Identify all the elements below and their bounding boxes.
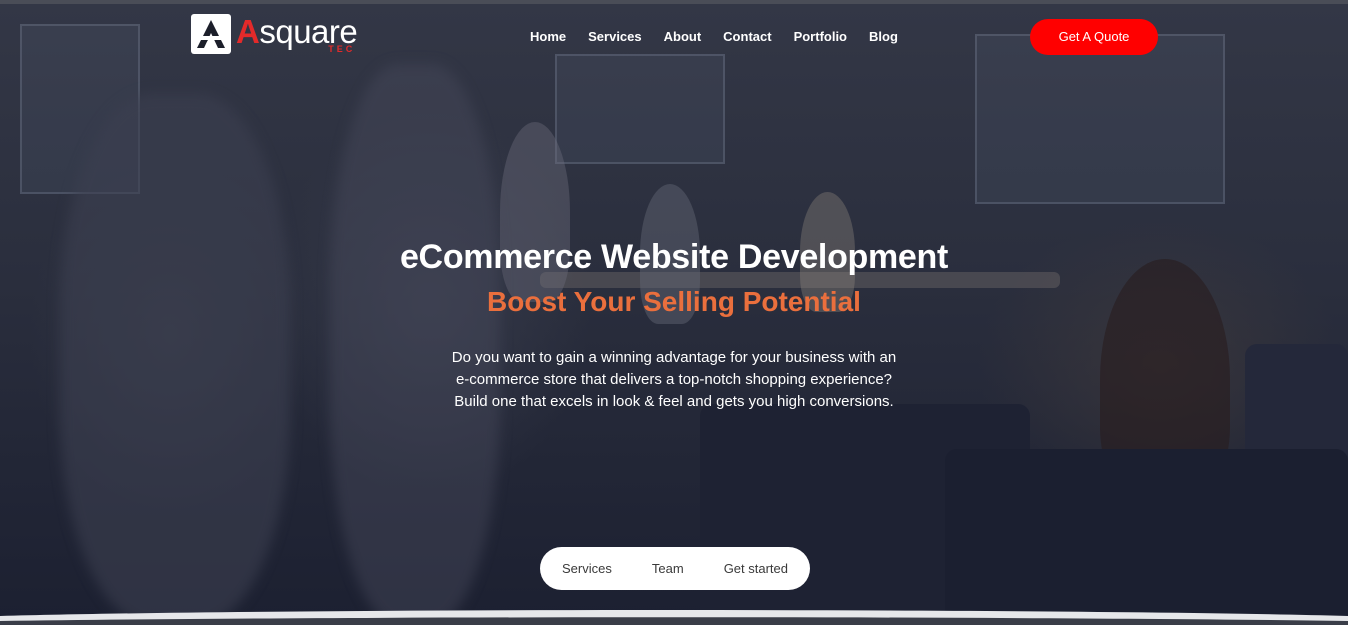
background-sofa (945, 449, 1348, 625)
background-motion-blur-person (60, 94, 290, 625)
nav-portfolio[interactable]: Portfolio (794, 29, 847, 45)
get-a-quote-button[interactable]: Get A Quote (1030, 19, 1158, 55)
quick-link-get-started[interactable]: Get started (724, 561, 788, 577)
nav-blog[interactable]: Blog (869, 29, 898, 45)
brand-wordmark: Asquare TEC (236, 13, 358, 54)
hero-bottom-wave (0, 610, 1348, 625)
brand-initial: A (236, 13, 260, 50)
background-window (975, 34, 1225, 204)
background-sofa (1245, 344, 1348, 464)
nav-home[interactable]: Home (530, 29, 566, 45)
nav-services[interactable]: Services (588, 29, 642, 45)
nav-about[interactable]: About (664, 29, 702, 45)
hero-subtitle: Boost Your Selling Potential (487, 286, 861, 317)
background-window (555, 54, 725, 164)
asquare-logo-icon (191, 14, 231, 54)
hero-description: Do you want to gain a winning advantage … (451, 349, 897, 410)
quick-link-services[interactable]: Services (562, 561, 612, 577)
main-navigation: Home Services About Contact Portfolio Bl… (530, 29, 898, 45)
brand-logo[interactable]: Asquare TEC (191, 13, 358, 57)
nav-contact[interactable]: Contact (723, 29, 771, 45)
quick-link-team[interactable]: Team (652, 561, 684, 577)
background-motion-blur-person (330, 64, 500, 625)
hero-title: eCommerce Website Development (399, 238, 949, 276)
quick-links-bar: Services Team Get started (540, 547, 810, 590)
brand-tagline: TEC (328, 44, 356, 54)
